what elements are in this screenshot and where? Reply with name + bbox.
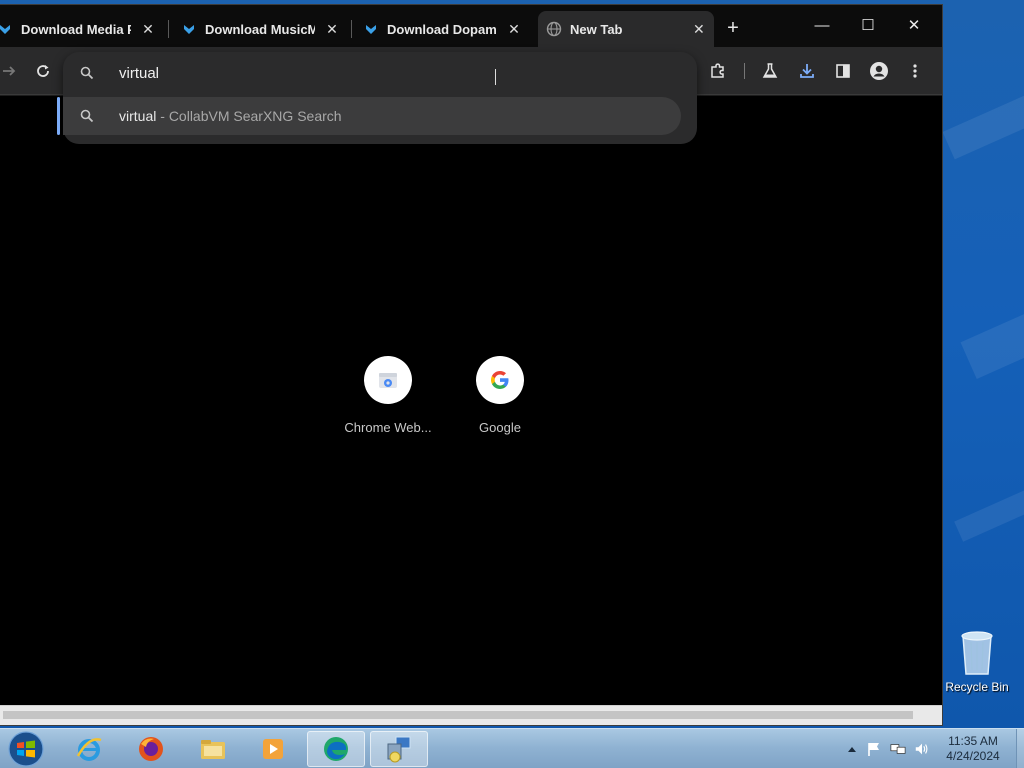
omnibox-input-row bbox=[63, 52, 697, 94]
new-tab-button[interactable]: + bbox=[723, 17, 743, 40]
start-button[interactable] bbox=[6, 730, 46, 768]
clock-date: 4/24/2024 bbox=[946, 749, 1000, 763]
flask-icon bbox=[762, 63, 778, 78]
labs-button[interactable] bbox=[758, 59, 782, 83]
side-panel-button[interactable] bbox=[831, 59, 855, 83]
network-icon[interactable] bbox=[890, 741, 906, 757]
recycle-bin-icon bbox=[961, 631, 993, 675]
taskbar-edge[interactable] bbox=[307, 731, 365, 767]
taskbar-internet-explorer[interactable] bbox=[60, 731, 118, 767]
close-tab-icon[interactable]: ✕ bbox=[139, 21, 157, 38]
taskbar-network-setup[interactable] bbox=[370, 731, 428, 767]
suggestion-query: virtual bbox=[119, 108, 157, 124]
download-arrow-icon bbox=[184, 25, 194, 34]
reload-icon bbox=[37, 65, 49, 77]
more-vertical-icon bbox=[913, 64, 917, 78]
reload-button[interactable] bbox=[31, 59, 55, 83]
chrome-web-store-icon bbox=[379, 373, 397, 388]
globe-icon bbox=[546, 21, 562, 37]
scrollbar-thumb[interactable] bbox=[3, 711, 913, 719]
omnibox-input[interactable] bbox=[119, 62, 499, 84]
downloads-button[interactable] bbox=[795, 59, 819, 83]
google-icon bbox=[491, 371, 509, 389]
close-tab-icon[interactable]: ✕ bbox=[505, 21, 523, 38]
profile-button[interactable] bbox=[867, 59, 891, 83]
shortcut-tile bbox=[476, 356, 524, 404]
tab-strip: Download Media Pla ✕ Download MusicMat ✕… bbox=[0, 5, 942, 47]
internet-explorer-icon bbox=[76, 738, 102, 761]
tab-title: New Tab bbox=[570, 21, 623, 37]
puzzle-icon bbox=[711, 63, 724, 78]
shortcut-label: Chrome Web... bbox=[344, 420, 432, 435]
taskbar-firefox[interactable] bbox=[122, 731, 180, 767]
extensions-button[interactable] bbox=[706, 59, 730, 83]
taskbar-file-explorer[interactable] bbox=[184, 731, 242, 767]
volume-icon[interactable] bbox=[914, 741, 930, 757]
shortcut-tile bbox=[364, 356, 412, 404]
close-tab-icon[interactable]: ✕ bbox=[692, 21, 706, 38]
chrome-window: Download Media Pla ✕ Download MusicMat ✕… bbox=[0, 4, 943, 726]
suggestion-source: CollabVM SearXNG Search bbox=[168, 108, 342, 124]
text-cursor bbox=[495, 69, 496, 85]
maximize-button[interactable]: ☐ bbox=[845, 11, 891, 41]
avatar-icon bbox=[870, 62, 888, 80]
network-setup-icon bbox=[387, 736, 411, 763]
horizontal-scrollbar[interactable] bbox=[0, 705, 942, 725]
clock-time: 11:35 AM bbox=[948, 734, 998, 748]
tab-download-musicmatch[interactable]: Download MusicMat ✕ bbox=[173, 11, 349, 47]
search-icon bbox=[80, 66, 94, 80]
media-player-icon bbox=[263, 739, 283, 759]
shortcut-google[interactable]: Google bbox=[445, 356, 555, 435]
clock[interactable]: 11:35 AM 4/24/2024 bbox=[936, 734, 1010, 764]
recycle-bin[interactable]: Recycle Bin bbox=[944, 628, 1010, 694]
firefox-icon bbox=[139, 737, 163, 761]
taskbar: 11:35 AM 4/24/2024 bbox=[0, 728, 1024, 768]
selection-accent bbox=[57, 97, 60, 135]
tab-title: Download Dopamine bbox=[387, 21, 497, 37]
tab-download-dopamine[interactable]: Download Dopamine ✕ bbox=[355, 11, 531, 47]
tab-download-media-player[interactable]: Download Media Pla ✕ bbox=[0, 11, 165, 47]
minimize-button[interactable]: — bbox=[799, 11, 845, 41]
close-tab-icon[interactable]: ✕ bbox=[323, 21, 341, 38]
shortcut-chrome-web-store[interactable]: Chrome Web... bbox=[333, 356, 443, 435]
suggestion-text: virtual - CollabVM SearXNG Search bbox=[119, 108, 342, 124]
download-icon bbox=[800, 64, 814, 78]
toolbar-divider bbox=[744, 63, 745, 79]
tab-title: Download MusicMat bbox=[205, 21, 315, 37]
taskbar-media-player[interactable] bbox=[244, 731, 302, 767]
windows-orb-icon bbox=[8, 731, 44, 767]
omnibox-suggestion[interactable]: virtual - CollabVM SearXNG Search bbox=[57, 97, 681, 135]
tab-title: Download Media Pla bbox=[21, 21, 131, 37]
shortcut-label: Google bbox=[479, 420, 521, 435]
show-desktop-button[interactable] bbox=[1016, 729, 1024, 768]
forward-button[interactable] bbox=[0, 59, 21, 83]
menu-button[interactable] bbox=[903, 59, 927, 83]
side-panel-icon bbox=[836, 64, 850, 78]
flag-icon[interactable] bbox=[866, 741, 882, 757]
close-window-button[interactable]: ✕ bbox=[891, 11, 937, 41]
edge-icon bbox=[324, 737, 348, 761]
file-explorer-icon bbox=[201, 740, 225, 759]
download-arrow-icon bbox=[366, 25, 376, 34]
search-icon bbox=[80, 109, 94, 123]
show-hidden-icons[interactable] bbox=[844, 741, 860, 757]
new-tab-page: Chrome Web... Google bbox=[0, 96, 942, 705]
suggestion-separator: - bbox=[156, 108, 169, 124]
tab-new-tab[interactable]: New Tab ✕ bbox=[538, 11, 714, 47]
omnibox-dropdown: virtual - CollabVM SearXNG Search bbox=[57, 52, 697, 144]
recycle-bin-label: Recycle Bin bbox=[945, 680, 1009, 694]
forward-arrow-icon bbox=[3, 66, 16, 76]
download-arrow-icon bbox=[0, 25, 10, 34]
